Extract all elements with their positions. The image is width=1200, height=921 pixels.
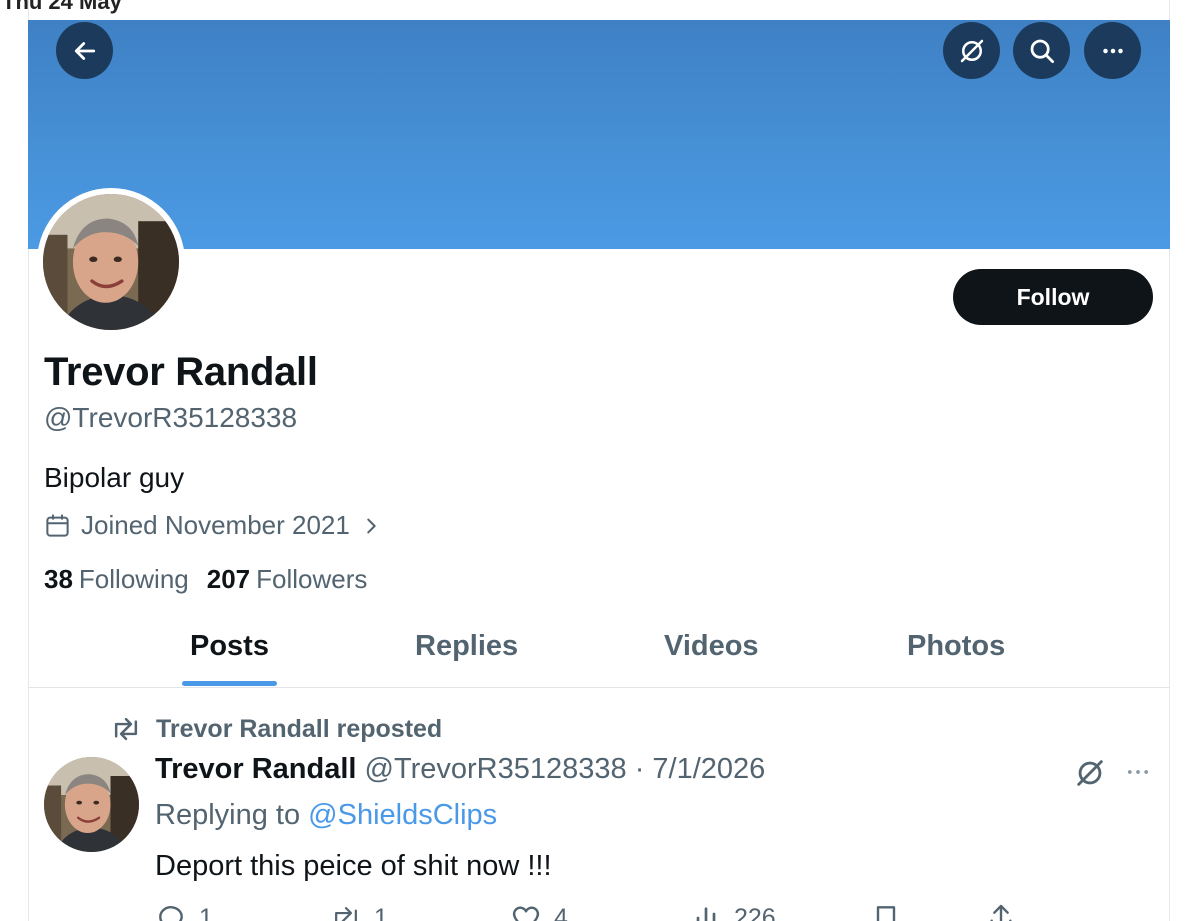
like-count: 4 bbox=[554, 903, 568, 921]
post-author-meta: @TrevorR35128338 · 7/1/2026 bbox=[364, 753, 766, 785]
search-icon bbox=[1030, 39, 1054, 63]
share-icon bbox=[990, 904, 1012, 921]
follow-stats: 38 Following 207 Followers bbox=[44, 564, 367, 595]
reply-button[interactable]: 1 bbox=[155, 902, 213, 921]
joined-date-link[interactable]: Joined November 2021 bbox=[44, 510, 382, 541]
repost-button[interactable]: 1 bbox=[330, 902, 388, 921]
reply-count: 1 bbox=[199, 903, 213, 921]
like-button[interactable]: 4 bbox=[510, 902, 568, 921]
more-horizontal-icon bbox=[1102, 48, 1123, 53]
post-grok-icon[interactable] bbox=[1073, 756, 1107, 790]
post-header: Trevor Randall @TrevorR35128338 · 7/1/20… bbox=[155, 753, 765, 786]
replying-handle-link[interactable]: @ShieldsClips bbox=[308, 799, 497, 831]
followers-count: 207 bbox=[206, 564, 251, 594]
active-tab-indicator bbox=[182, 681, 277, 686]
following-label: Following bbox=[78, 564, 189, 594]
profile-display-name: Trevor Randall bbox=[44, 350, 318, 394]
tab-replies[interactable]: Replies bbox=[415, 630, 518, 663]
tab-posts[interactable]: Posts bbox=[190, 630, 269, 663]
share-button[interactable] bbox=[985, 902, 1017, 921]
replying-to: Replying to @ShieldsClips bbox=[155, 799, 497, 832]
post-author-avatar[interactable] bbox=[44, 757, 139, 852]
views-icon bbox=[696, 907, 716, 921]
chevron-right-icon bbox=[367, 518, 376, 533]
views-count: 226 bbox=[734, 903, 776, 921]
calendar-icon bbox=[46, 514, 69, 537]
post-more-icon[interactable] bbox=[1124, 758, 1152, 786]
repost-action-icon bbox=[335, 907, 357, 921]
following-link[interactable]: 38 Following bbox=[44, 564, 189, 595]
followers-link[interactable]: 207 Followers bbox=[207, 564, 368, 595]
repost-indicator: Trevor Randall reposted bbox=[110, 714, 442, 744]
following-count: 38 bbox=[44, 564, 73, 594]
heart-icon bbox=[512, 906, 540, 921]
replying-prefix: Replying to bbox=[155, 799, 301, 831]
search-button[interactable] bbox=[1013, 22, 1070, 79]
profile-bio: Bipolar guy bbox=[44, 462, 185, 493]
post-author-name[interactable]: Trevor Randall bbox=[155, 753, 356, 785]
post-author-avatar-image bbox=[44, 757, 139, 852]
joined-date-text: Joined November 2021 bbox=[81, 510, 350, 540]
tab-photos[interactable]: Photos bbox=[907, 630, 1005, 663]
repost-label: Trevor Randall reposted bbox=[156, 714, 443, 743]
post-actions: 1 1 4 226 bbox=[155, 902, 1055, 921]
tab-videos[interactable]: Videos bbox=[664, 630, 759, 663]
bookmark-icon bbox=[876, 906, 896, 921]
profile-avatar[interactable] bbox=[37, 188, 185, 336]
views-button[interactable]: 226 bbox=[690, 902, 776, 921]
followers-label: Followers bbox=[256, 564, 368, 594]
more-button[interactable] bbox=[1084, 22, 1141, 79]
bookmark-button[interactable] bbox=[870, 902, 902, 921]
back-button[interactable] bbox=[56, 22, 113, 79]
arrow-left-icon bbox=[74, 41, 95, 60]
repost-count: 1 bbox=[374, 903, 388, 921]
grok-button[interactable] bbox=[943, 22, 1000, 79]
grok-icon bbox=[960, 39, 983, 62]
post-text: Deport this peice of shit now !!! bbox=[155, 850, 552, 882]
repost-icon bbox=[114, 717, 138, 741]
profile-tabs: Posts Replies Videos Photos bbox=[28, 610, 1170, 688]
profile-handle: @TrevorR35128338 bbox=[44, 402, 298, 433]
profile-avatar-image bbox=[43, 194, 179, 330]
follow-button[interactable]: Follow bbox=[953, 269, 1153, 325]
reply-icon bbox=[159, 906, 183, 921]
